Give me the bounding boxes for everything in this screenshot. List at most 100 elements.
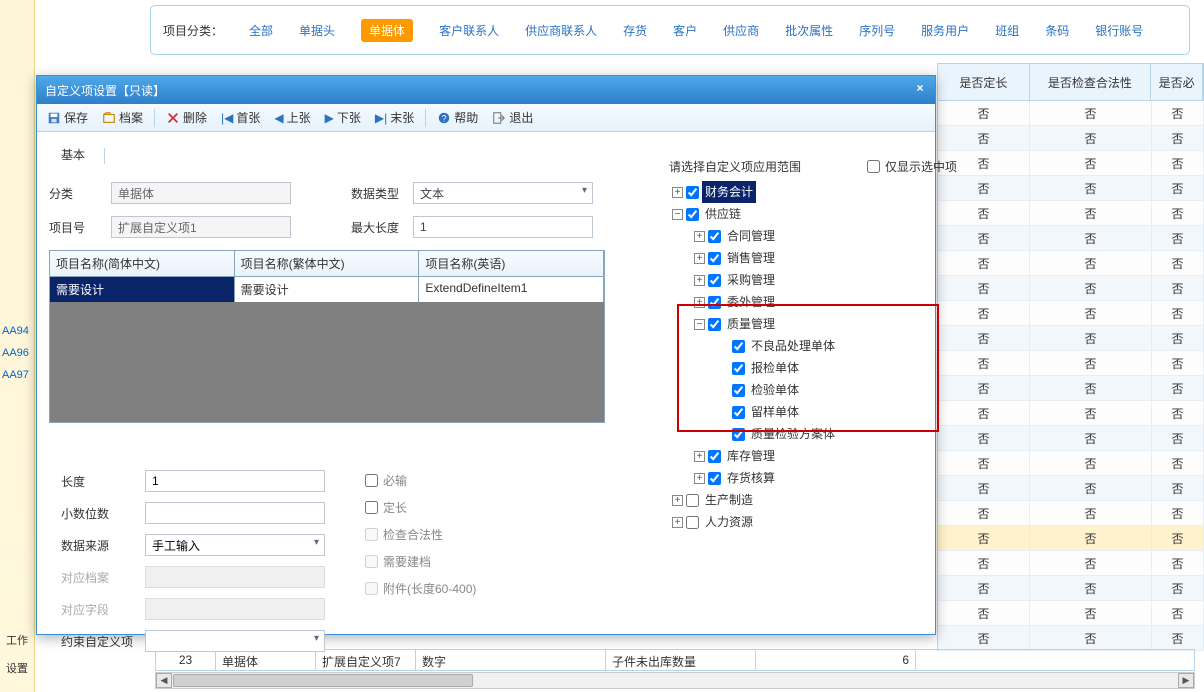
bg-table-row[interactable]: 否否否 bbox=[938, 151, 1204, 176]
grid-th-tw[interactable]: 项目名称(繁体中文) bbox=[235, 251, 420, 277]
filter-tab-9[interactable]: 序列号 bbox=[859, 22, 895, 39]
bg-table-row[interactable]: 否否否 bbox=[938, 626, 1204, 651]
bg-table-row[interactable]: 否否否 bbox=[938, 476, 1204, 501]
filter-tab-12[interactable]: 条码 bbox=[1045, 22, 1069, 39]
bg-table-row[interactable]: 否否否 bbox=[938, 376, 1204, 401]
bg-table-row[interactable]: 否否否 bbox=[938, 501, 1204, 526]
filter-tab-2[interactable]: 单据体 bbox=[361, 19, 413, 42]
tree-node-sales[interactable]: +销售管理 bbox=[669, 247, 957, 269]
tree-toggle-icon[interactable]: + bbox=[672, 495, 683, 506]
bg-table-row[interactable]: 否否否 bbox=[938, 226, 1204, 251]
tree-toggle-icon[interactable]: + bbox=[672, 517, 683, 528]
grid-th-cn[interactable]: 项目名称(简体中文) bbox=[50, 251, 235, 277]
grid-row-selected[interactable]: 需要设计 需要设计 ExtendDefineItem1 bbox=[50, 277, 604, 302]
tree-checkbox[interactable] bbox=[708, 252, 721, 265]
close-icon[interactable]: × bbox=[911, 81, 929, 99]
tree-node-defect[interactable]: 不良品处理单体 bbox=[669, 335, 957, 357]
grid-th-en[interactable]: 项目名称(英语) bbox=[419, 251, 604, 277]
archive-button[interactable]: 档案 bbox=[96, 106, 149, 129]
source-select[interactable] bbox=[145, 534, 325, 556]
tree-node-inspect[interactable]: 检验单体 bbox=[669, 379, 957, 401]
filter-tab-7[interactable]: 供应商 bbox=[723, 22, 759, 39]
tree-node-qcplan[interactable]: 质量检验方案体 bbox=[669, 423, 957, 445]
required-checkbox[interactable] bbox=[365, 474, 378, 487]
scroll-thumb[interactable] bbox=[173, 674, 473, 687]
bg-th-required[interactable]: 是否必 bbox=[1151, 64, 1203, 100]
bg-table-row[interactable]: 否否否 bbox=[938, 426, 1204, 451]
tree-checkbox[interactable] bbox=[686, 516, 699, 529]
tree-checkbox[interactable] bbox=[732, 428, 745, 441]
bg-table-row[interactable]: 否否否 bbox=[938, 201, 1204, 226]
bg-th-fixed[interactable]: 是否定长 bbox=[938, 64, 1030, 100]
next-button[interactable]: ▶ 下张 bbox=[319, 106, 367, 129]
tree-node-inspect-req[interactable]: 报检单体 bbox=[669, 357, 957, 379]
scroll-right-arrow[interactable]: ▶ bbox=[1178, 673, 1194, 688]
tree-checkbox[interactable] bbox=[708, 230, 721, 243]
tree-toggle-icon[interactable]: − bbox=[694, 319, 705, 330]
tree-toggle-icon[interactable]: + bbox=[694, 473, 705, 484]
bg-table-row[interactable]: 否否否 bbox=[938, 251, 1204, 276]
tree-toggle-icon[interactable]: − bbox=[672, 209, 683, 220]
tree-node-stock[interactable]: +存货核算 bbox=[669, 467, 957, 489]
bg-table-row[interactable]: 否否否 bbox=[938, 601, 1204, 626]
tree-toggle-icon[interactable]: + bbox=[694, 253, 705, 264]
filter-tab-0[interactable]: 全部 bbox=[249, 22, 273, 39]
tree-node-warehouse[interactable]: +库存管理 bbox=[669, 445, 957, 467]
exit-button[interactable]: 退出 bbox=[486, 106, 539, 129]
filter-tab-6[interactable]: 客户 bbox=[673, 22, 697, 39]
tree-toggle-icon[interactable]: + bbox=[694, 451, 705, 462]
code-item[interactable]: AA94 bbox=[0, 320, 31, 342]
tree-node-contract[interactable]: +合同管理 bbox=[669, 225, 957, 247]
tree-checkbox[interactable] bbox=[686, 208, 699, 221]
bg-table-row[interactable]: 否否否 bbox=[938, 101, 1204, 126]
filter-tab-10[interactable]: 服务用户 bbox=[921, 22, 969, 39]
filter-tab-3[interactable]: 客户联系人 bbox=[439, 22, 499, 39]
tree-checkbox[interactable] bbox=[708, 274, 721, 287]
tree-node-outsource[interactable]: +委外管理 bbox=[669, 291, 957, 313]
bg-table-row[interactable]: 否否否 bbox=[938, 526, 1204, 551]
filter-tab-11[interactable]: 班组 bbox=[995, 22, 1019, 39]
constraint-select[interactable] bbox=[145, 630, 325, 652]
tree-node-supply[interactable]: −供应链 bbox=[669, 203, 957, 225]
last-button[interactable]: ▶| 末张 bbox=[369, 106, 420, 129]
tree-checkbox[interactable] bbox=[732, 340, 745, 353]
maxlen-field[interactable] bbox=[413, 216, 593, 238]
code-item[interactable]: AA96 bbox=[0, 342, 31, 364]
help-button[interactable]: ? 帮助 bbox=[431, 106, 484, 129]
prev-button[interactable]: ◀ 上张 bbox=[268, 106, 316, 129]
tree-checkbox[interactable] bbox=[708, 296, 721, 309]
bg-table-row[interactable]: 否否否 bbox=[938, 401, 1204, 426]
tree-checkbox[interactable] bbox=[686, 494, 699, 507]
scroll-left-arrow[interactable]: ◀ bbox=[156, 673, 172, 688]
filter-tab-13[interactable]: 银行账号 bbox=[1095, 22, 1143, 39]
bg-table-row[interactable]: 否否否 bbox=[938, 326, 1204, 351]
code-item[interactable]: AA97 bbox=[0, 364, 31, 386]
tree-node-sample[interactable]: 留样单体 bbox=[669, 401, 957, 423]
tree-node-mfg[interactable]: +生产制造 bbox=[669, 489, 957, 511]
only-checked-checkbox[interactable] bbox=[867, 160, 880, 173]
length-field[interactable] bbox=[145, 470, 325, 492]
fixed-checkbox[interactable] bbox=[365, 501, 378, 514]
tree-toggle-icon[interactable]: + bbox=[672, 187, 683, 198]
tree-toggle-icon[interactable]: + bbox=[694, 297, 705, 308]
bg-table-row[interactable]: 否否否 bbox=[938, 176, 1204, 201]
sidebar-item-work[interactable]: 工作 bbox=[4, 628, 30, 652]
tree-node-quality[interactable]: −质量管理 bbox=[669, 313, 957, 335]
bg-th-check[interactable]: 是否检查合法性 bbox=[1030, 64, 1152, 100]
save-button[interactable]: 保存 bbox=[41, 106, 94, 129]
tree-checkbox[interactable] bbox=[708, 450, 721, 463]
first-button[interactable]: |◀ 首张 bbox=[215, 106, 266, 129]
sidebar-item-settings[interactable]: 设置 bbox=[4, 656, 30, 680]
tree-toggle-icon[interactable]: + bbox=[694, 231, 705, 242]
delete-button[interactable]: 删除 bbox=[160, 106, 213, 129]
tree-node-hr[interactable]: +人力资源 bbox=[669, 511, 957, 533]
tree-node-fin[interactable]: +财务会计 bbox=[669, 181, 957, 203]
dialog-titlebar[interactable]: 自定义项设置【只读】 × bbox=[37, 76, 935, 104]
horizontal-scrollbar[interactable]: ◀ ▶ bbox=[155, 672, 1195, 689]
tree-checkbox[interactable] bbox=[708, 472, 721, 485]
tree-checkbox[interactable] bbox=[732, 362, 745, 375]
tree-node-purchase[interactable]: +采购管理 bbox=[669, 269, 957, 291]
bg-table-row[interactable]: 否否否 bbox=[938, 551, 1204, 576]
tree-checkbox[interactable] bbox=[732, 406, 745, 419]
itemno-field[interactable] bbox=[111, 216, 291, 238]
